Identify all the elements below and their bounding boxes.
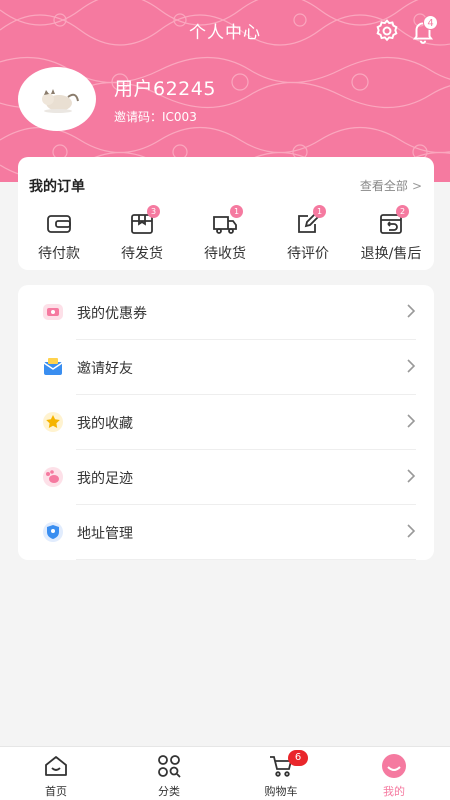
view-all-orders-link[interactable]: 查看全部 > (360, 177, 422, 194)
tab-cart[interactable]: 6 购物车 (236, 750, 326, 799)
tab-profile[interactable]: 我的 (349, 753, 439, 799)
star-icon (43, 412, 63, 432)
order-item-label: 退换/售后 (360, 246, 422, 262)
chevron-right-icon (407, 359, 416, 373)
order-count-badge: 1 (313, 205, 326, 218)
coupon-icon (43, 304, 63, 320)
invite-code: 邀请码：IC003 (114, 110, 197, 124)
view-all-label: 查看全部 (359, 179, 408, 193)
order-returns[interactable]: 2 退换/售后 (351, 205, 431, 263)
menu-item-favorites[interactable]: 我的收藏 (18, 395, 434, 450)
profile-header: 个人中心 4 用户62245 邀请码：IC003 (0, 0, 450, 182)
tab-label: 购物车 (264, 785, 298, 798)
order-item-label: 待发货 (121, 246, 163, 262)
home-icon (45, 756, 67, 776)
menu-item-label: 我的足迹 (77, 471, 133, 487)
order-pending-review[interactable]: 1 待评价 (268, 205, 348, 263)
notification-count-badge: 4 (423, 15, 438, 30)
category-icon (158, 755, 181, 778)
menu-item-label: 我的优惠券 (77, 306, 147, 322)
location-shield-icon (43, 522, 63, 542)
tab-label: 分类 (158, 785, 180, 798)
menu-item-coupons[interactable]: 我的优惠券 (18, 285, 434, 340)
tab-label: 我的 (383, 785, 405, 798)
menu-card: 我的优惠券 邀请好友 我的收藏 我的足迹 地址管理 (18, 285, 434, 560)
order-pending-shipment[interactable]: 3 待发货 (102, 205, 182, 263)
chevron-right-icon: > (411, 178, 422, 193)
order-item-label: 待收货 (204, 246, 246, 262)
tab-home[interactable]: 首页 (11, 753, 101, 799)
order-item-label: 待评价 (287, 246, 329, 262)
tab-category[interactable]: 分类 (124, 753, 214, 799)
cart-count-badge: 6 (288, 750, 308, 766)
tab-label: 首页 (45, 785, 67, 798)
chevron-right-icon (407, 304, 416, 318)
menu-item-invite-friends[interactable]: 邀请好友 (18, 340, 434, 395)
menu-item-footprints[interactable]: 我的足迹 (18, 450, 434, 505)
menu-item-label: 我的收藏 (77, 416, 133, 432)
orders-title: 我的订单 (29, 179, 85, 195)
settings-gear-icon[interactable] (374, 18, 400, 44)
invite-envelope-icon (43, 358, 63, 375)
wallet-icon (47, 215, 71, 233)
menu-item-label: 邀请好友 (77, 361, 133, 377)
cat-avatar-icon (21, 69, 93, 129)
orders-card: 我的订单 查看全部 > 待付款 3 待发货 1 待收货 1 待评价 2 退换/售… (18, 157, 434, 270)
divider (76, 559, 416, 560)
chevron-right-icon (407, 469, 416, 483)
menu-item-address[interactable]: 地址管理 (18, 505, 434, 560)
order-pending-payment[interactable]: 待付款 (19, 211, 99, 263)
order-count-badge: 3 (147, 205, 160, 218)
chevron-right-icon (407, 524, 416, 538)
profile-icon (382, 754, 406, 778)
footprint-icon (43, 467, 63, 487)
bottom-tab-bar: 首页 分类 6 购物车 我的 (0, 746, 450, 800)
avatar[interactable] (18, 67, 96, 131)
order-pending-receipt[interactable]: 1 待收货 (185, 205, 265, 263)
username: 用户62245 (114, 78, 216, 100)
order-item-label: 待付款 (38, 246, 80, 262)
menu-item-label: 地址管理 (77, 526, 133, 542)
order-count-badge: 1 (230, 205, 243, 218)
order-count-badge: 2 (396, 205, 409, 218)
chevron-right-icon (407, 414, 416, 428)
